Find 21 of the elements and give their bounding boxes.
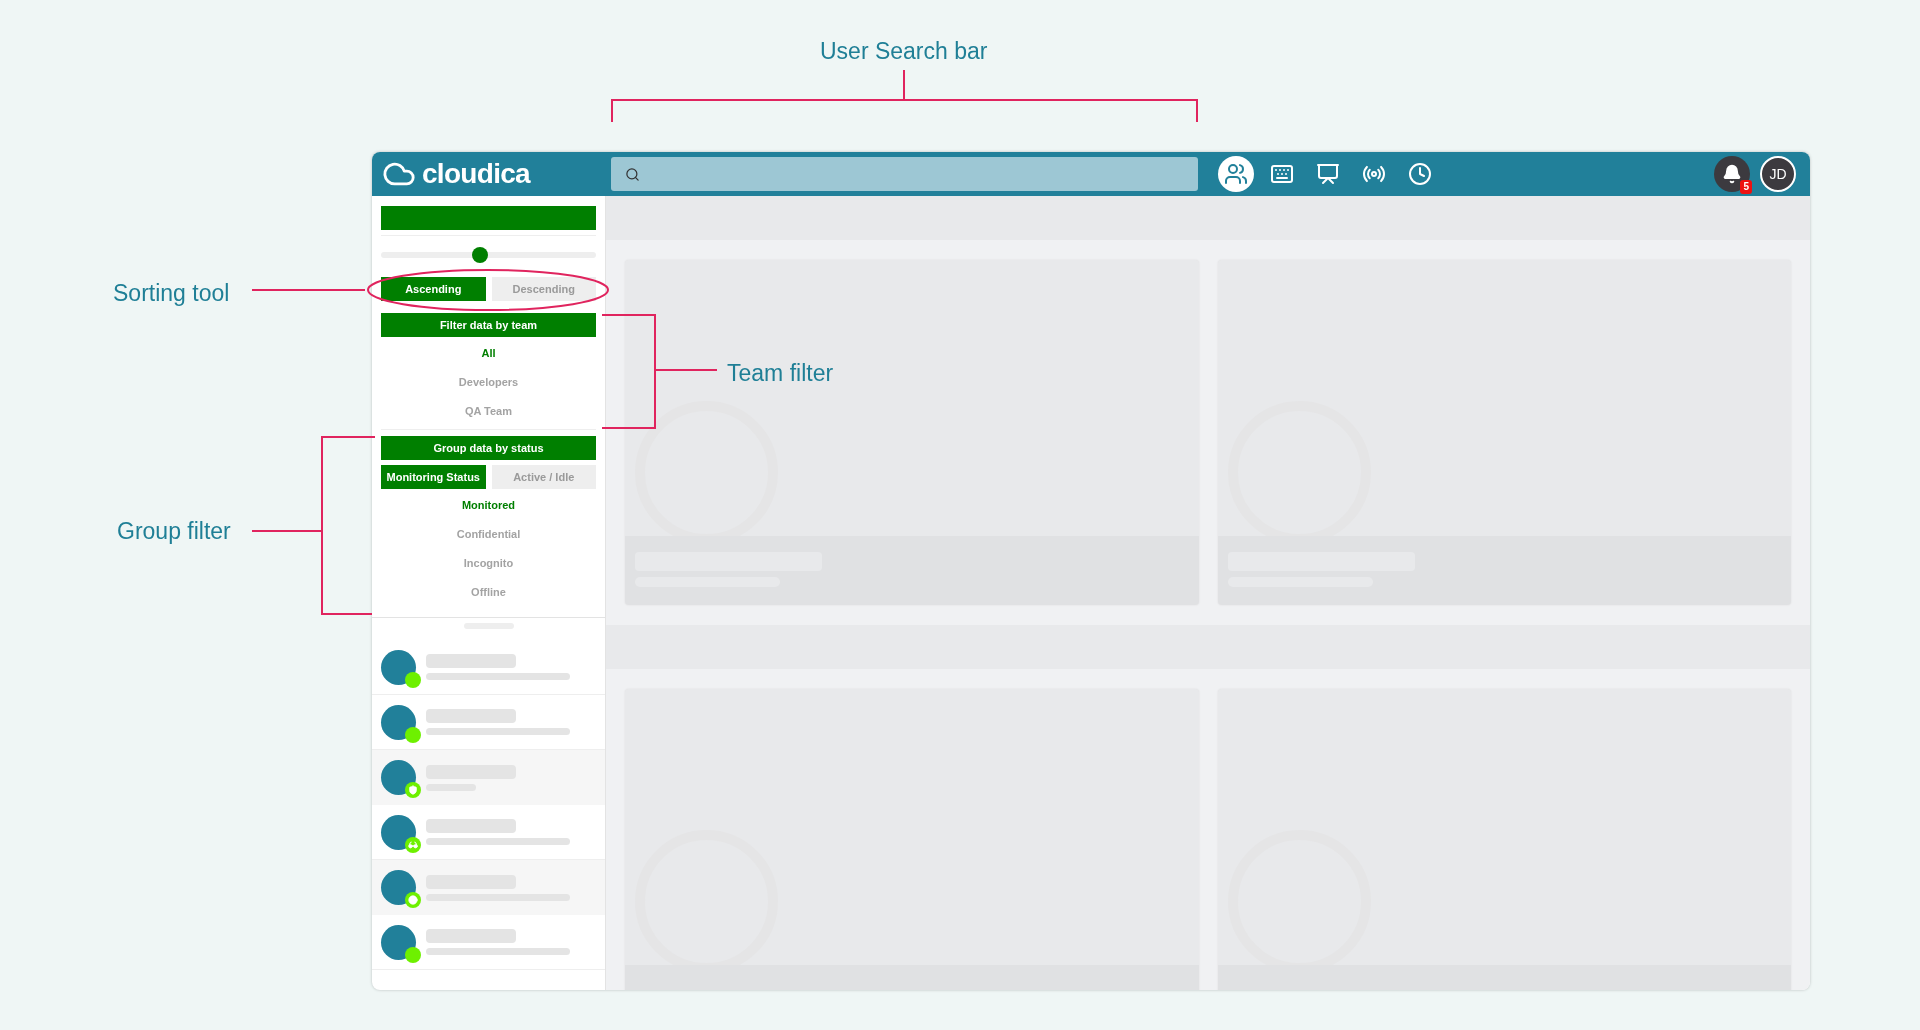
notifications-button[interactable]: 5 [1714, 156, 1750, 192]
filter-option[interactable]: QA Team [381, 397, 596, 426]
filter-option[interactable]: Monitored [381, 491, 596, 520]
filter-option[interactable]: Offline [381, 578, 596, 607]
logo-text: cloudica [422, 157, 530, 191]
filter-option[interactable]: All [381, 339, 596, 368]
callout-label: Team filter [727, 359, 834, 388]
section-header: Filter data by team [381, 313, 596, 337]
callout-label: User Search bar [820, 37, 988, 66]
notification-count: 5 [1740, 180, 1752, 194]
toggle-button[interactable]: Descending [491, 277, 596, 301]
toggle-button[interactable]: Ascending [381, 277, 486, 301]
section-header: Group data by status [381, 436, 596, 460]
filter-option[interactable]: Developers [381, 368, 596, 397]
toggle-button[interactable]: Active / Idle [491, 465, 596, 489]
user-avatar[interactable]: JD [1760, 156, 1796, 192]
callout-label: Group filter [117, 517, 231, 546]
callout-label: Sorting tool [113, 279, 230, 308]
filter-option[interactable]: Confidential [381, 520, 596, 549]
filter-option[interactable]: Incognito [381, 549, 596, 578]
toggle-button[interactable]: Monitoring Status [381, 465, 486, 489]
